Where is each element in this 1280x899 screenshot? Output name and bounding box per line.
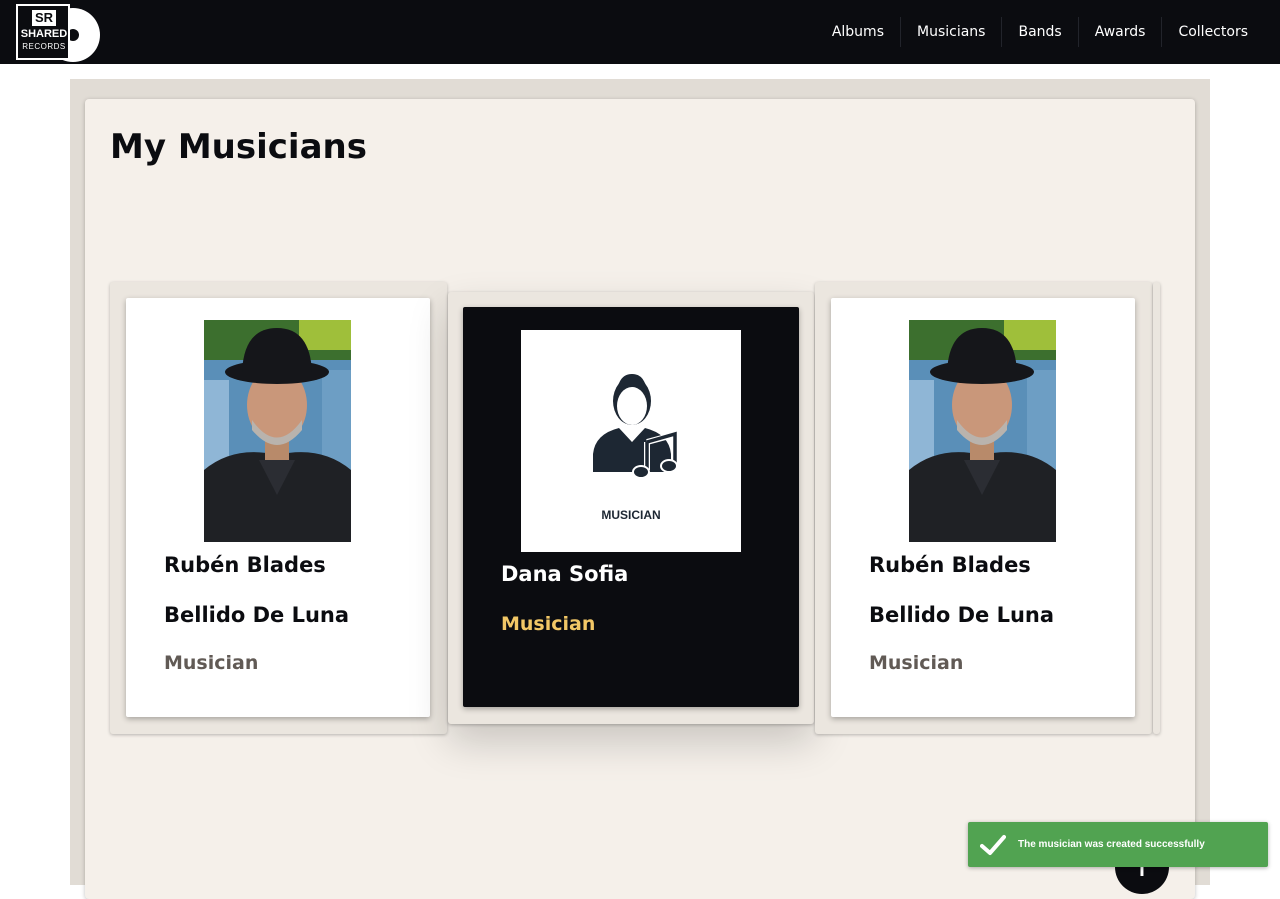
musician-role: Musician [869,652,964,674]
carousel-slot: Rubén Blades Bellido De Luna Musician [815,282,1152,734]
check-icon [968,822,1018,867]
musicians-carousel[interactable]: Rubén Blades Bellido De Luna Musician MU… [110,282,1160,737]
musician-placeholder-image: MUSICIAN [521,330,741,552]
page-title: My Musicians [110,127,367,167]
page-background: My Musicians Rubén Blades Bellido De Lun… [70,79,1210,899]
nav-link-albums[interactable]: Albums [816,17,900,47]
musician-card-active[interactable]: MUSICIAN Dana Sofia Musician [463,307,799,707]
logo-sr-text: SR [32,10,56,26]
musician-photo [909,320,1056,542]
musician-card[interactable]: Rubén Blades Bellido De Luna Musician [126,298,430,717]
musician-photo [204,320,351,542]
logo-shared-text: SHARED [20,28,68,40]
musician-name: Dana Sofia [501,562,629,586]
musician-role: Musician [164,652,259,674]
top-navbar: SR SHARED RECORDS Albums Musicians Bands… [0,0,1280,64]
shared-records-logo[interactable]: SR SHARED RECORDS [16,4,100,62]
carousel-slot-next [1153,282,1160,734]
toast-message: The musician was created successfully [1018,839,1205,850]
placeholder-label: MUSICIAN [601,508,661,522]
nav-link-awards[interactable]: Awards [1077,17,1162,47]
nav-link-collectors[interactable]: Collectors [1161,17,1264,47]
carousel-slot: Rubén Blades Bellido De Luna Musician [110,282,447,734]
musicians-panel: My Musicians Rubén Blades Bellido De Lun… [85,99,1195,899]
nav-links: Albums Musicians Bands Awards Collectors [816,0,1264,64]
logo-badge: SR SHARED RECORDS [16,4,70,60]
logo-records-text: RECORDS [22,42,66,51]
nav-link-bands[interactable]: Bands [1001,17,1077,47]
success-toast[interactable]: The musician was created successfully [968,822,1268,867]
musician-card[interactable]: Rubén Blades Bellido De Luna Musician [831,298,1135,717]
musician-role: Musician [501,613,596,635]
nav-link-musicians[interactable]: Musicians [900,17,1001,47]
musician-name: Rubén Blades Bellido De Luna [164,553,350,627]
musician-name: Rubén Blades Bellido De Luna [869,553,1055,627]
carousel-slot-active: MUSICIAN Dana Sofia Musician [448,292,814,724]
